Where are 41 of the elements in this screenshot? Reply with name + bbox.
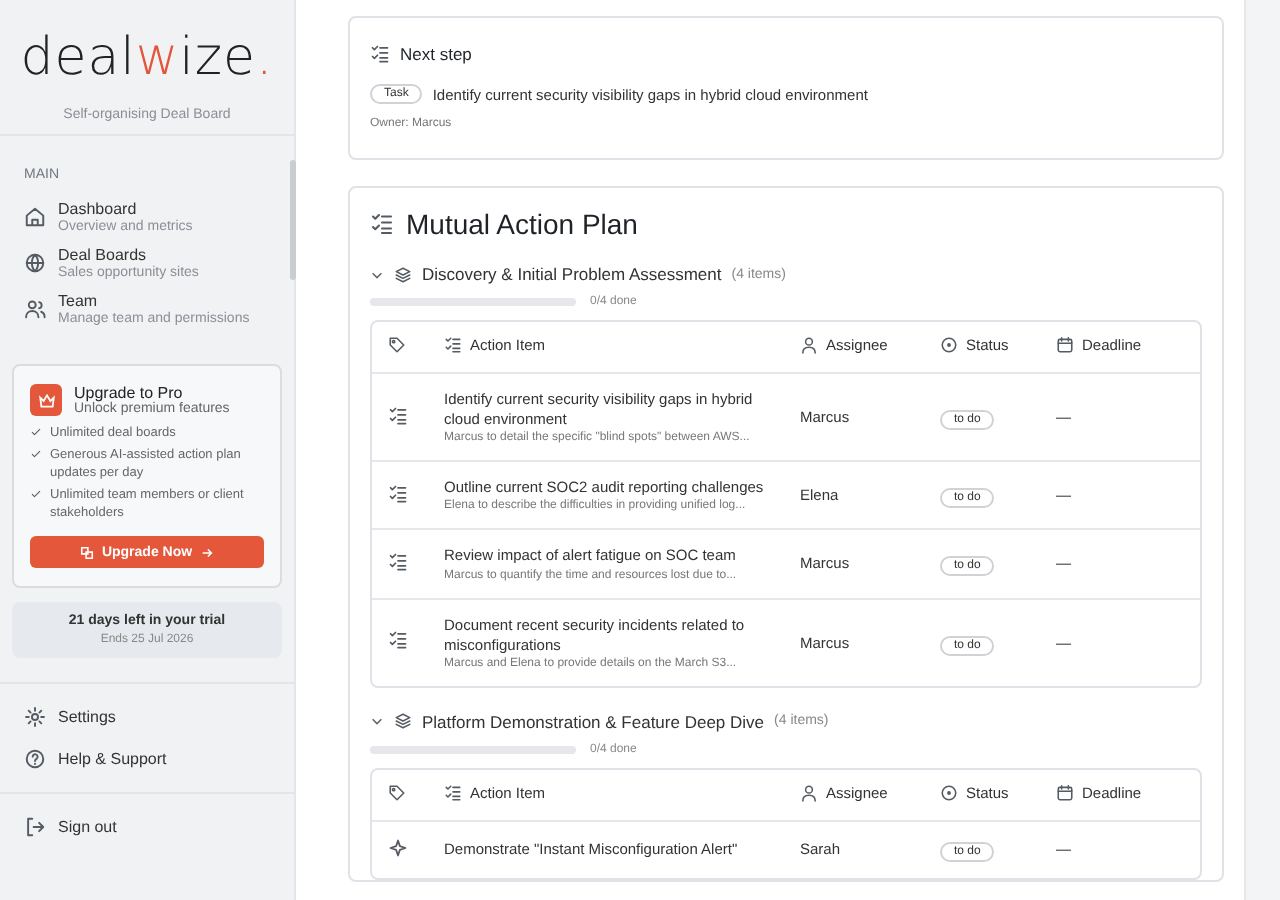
- home-icon: [24, 206, 46, 228]
- logo: dealw ize.: [20, 26, 274, 88]
- phase-title: Discovery & Initial Problem Assessment: [422, 264, 722, 284]
- chevron-icon[interactable]: [370, 267, 384, 281]
- circle-dot-icon: [940, 783, 958, 802]
- sparkle-icon: [388, 837, 408, 858]
- plan-title: Mutual Action Plan: [406, 208, 638, 240]
- phase-title: Platform Demonstration & Feature Deep Dive: [422, 711, 765, 732]
- sign-out-link[interactable]: Sign out: [0, 806, 294, 849]
- squares-icon: [79, 545, 94, 560]
- gear-icon: [24, 706, 46, 729]
- checklist-icon: [370, 212, 394, 236]
- layers-icon: [394, 712, 412, 731]
- upgrade-title: Upgrade to Pro: [74, 384, 185, 402]
- person-icon: [800, 336, 818, 354]
- arrow-right-icon: [200, 545, 215, 560]
- checklist-icon: [370, 44, 390, 64]
- help-icon: [24, 748, 46, 771]
- calendar-icon: [1056, 783, 1074, 802]
- layers-icon: [394, 265, 412, 283]
- users-icon: [24, 298, 46, 320]
- sign-out-icon: [24, 816, 46, 839]
- person-icon: [800, 783, 818, 802]
- check-icon: [30, 488, 42, 501]
- checklist-icon: [388, 551, 408, 572]
- checklist-icon: [444, 336, 462, 354]
- crown-icon: [30, 384, 62, 416]
- card-title: Next step: [400, 44, 472, 64]
- scrollbar-thumb[interactable]: [290, 160, 296, 280]
- circle-dot-icon: [940, 336, 958, 354]
- calendar-icon: [1056, 336, 1074, 354]
- chevron-icon[interactable]: [370, 714, 384, 729]
- tag-icon: [388, 783, 406, 802]
- checklist-icon: [388, 483, 408, 504]
- menu-item[interactable]: Settings: [0, 696, 294, 739]
- checklist-icon: [444, 783, 462, 802]
- globe-icon: [24, 252, 46, 274]
- checklist-icon: [388, 405, 408, 426]
- menu-item[interactable]: Help & Support: [0, 738, 294, 781]
- checklist-icon: [388, 630, 408, 651]
- tag-icon: [388, 336, 406, 354]
